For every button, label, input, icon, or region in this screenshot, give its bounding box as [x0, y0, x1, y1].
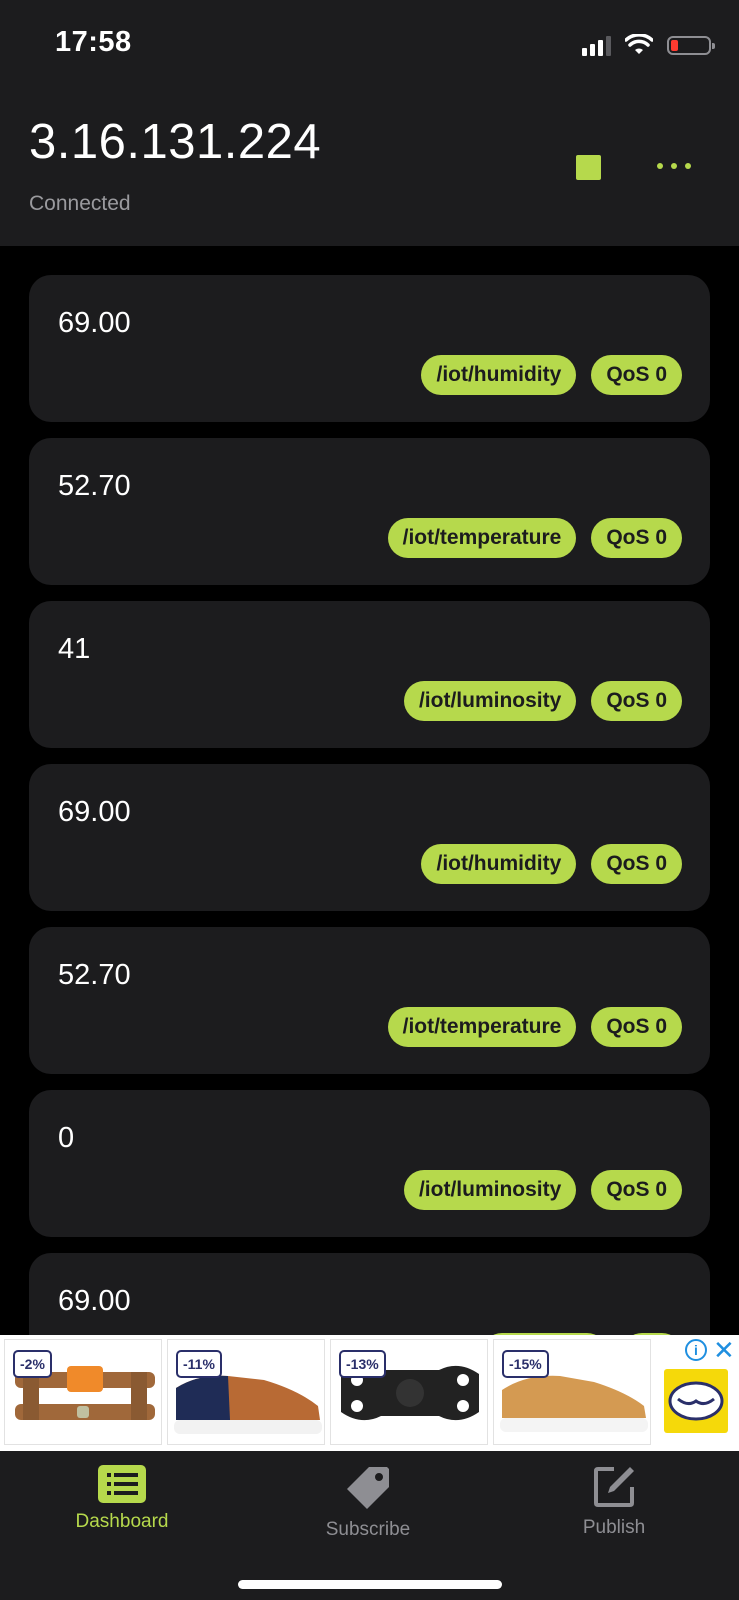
tab-label: Subscribe: [325, 1519, 411, 1540]
discount-badge: -11%: [176, 1350, 222, 1378]
edit-icon: [594, 1467, 634, 1507]
home-indicator[interactable]: [238, 1580, 502, 1589]
status-time: 17:58: [55, 26, 132, 58]
message-value: 0: [58, 1122, 75, 1154]
message-value: 69.00: [58, 307, 131, 339]
qos-chip: QoS 0: [591, 355, 682, 395]
message-card[interactable]: 0 /iot/luminosity QoS 0: [29, 1090, 710, 1237]
message-card[interactable]: 69.00 /iot/humidity QoS 0: [29, 764, 710, 911]
qos-chip: QoS 0: [591, 844, 682, 884]
app-header: 17:58 3.16.131.224 Connected: [0, 0, 739, 246]
marketplace-logo-icon[interactable]: [664, 1369, 728, 1433]
ad-product-mount[interactable]: -13%: [330, 1339, 488, 1445]
close-icon[interactable]: ✕: [713, 1335, 735, 1366]
message-card[interactable]: 69.00 /iot/humidity QoS 0: [29, 275, 710, 422]
tab-subscribe[interactable]: Subscribe: [268, 1465, 468, 1541]
tab-dashboard[interactable]: Dashboard: [22, 1465, 222, 1533]
message-card[interactable]: 52.70 /iot/temperature QoS 0: [29, 438, 710, 585]
ad-banner[interactable]: -2% -11% -13% -15% i ✕: [0, 1335, 739, 1451]
topic-chip: /iot/temperature: [387, 1007, 577, 1047]
more-dots-icon[interactable]: [657, 155, 691, 177]
message-card[interactable]: 41 /iot/luminosity QoS 0: [29, 601, 710, 748]
tag-icon: [347, 1467, 389, 1509]
message-card[interactable]: 52.70 /iot/temperature QoS 0: [29, 927, 710, 1074]
ad-product-sneaker[interactable]: -11%: [167, 1339, 325, 1445]
list-icon: [98, 1465, 146, 1503]
stop-icon[interactable]: [576, 155, 601, 180]
status-icons: [582, 30, 715, 60]
battery-low-icon: [667, 35, 715, 55]
ad-product-sneaker-tan[interactable]: -15%: [493, 1339, 651, 1445]
wifi-icon: [625, 34, 653, 54]
message-value: 41: [58, 633, 91, 665]
broker-host: 3.16.131.224: [29, 115, 322, 169]
tab-label: Publish: [582, 1517, 646, 1538]
message-list[interactable]: 69.00 /iot/humidity QoS 0 52.70 /iot/tem…: [29, 275, 710, 1335]
topic-chip: /iot/temperature: [387, 518, 577, 558]
tab-label: Dashboard: [75, 1511, 169, 1532]
tab-publish[interactable]: Publish: [514, 1465, 714, 1539]
discount-badge: -15%: [502, 1350, 549, 1378]
message-value: 69.00: [58, 796, 131, 828]
message-card[interactable]: 69.00: [29, 1253, 710, 1335]
topic-chip: /iot/humidity: [421, 844, 577, 884]
qos-chip: QoS 0: [591, 681, 682, 721]
signal-bars-icon: [582, 34, 611, 56]
ad-product-pipe[interactable]: -2%: [4, 1339, 162, 1445]
qos-chip: QoS 0: [591, 1170, 682, 1210]
message-value: 52.70: [58, 959, 131, 991]
info-icon[interactable]: i: [685, 1339, 707, 1361]
qos-chip: QoS 0: [591, 518, 682, 558]
topic-chip: /iot/humidity: [421, 355, 577, 395]
topic-chip: /iot/luminosity: [403, 1170, 577, 1210]
connection-status: Connected: [29, 192, 131, 215]
message-value: 52.70: [58, 470, 131, 502]
message-value: 69.00: [58, 1285, 131, 1317]
tab-bar: Dashboard Subscribe Publish: [0, 1451, 739, 1600]
discount-badge: -2%: [13, 1350, 52, 1378]
topic-chip: /iot/luminosity: [403, 681, 577, 721]
discount-badge: -13%: [339, 1350, 386, 1378]
qos-chip: QoS 0: [591, 1007, 682, 1047]
